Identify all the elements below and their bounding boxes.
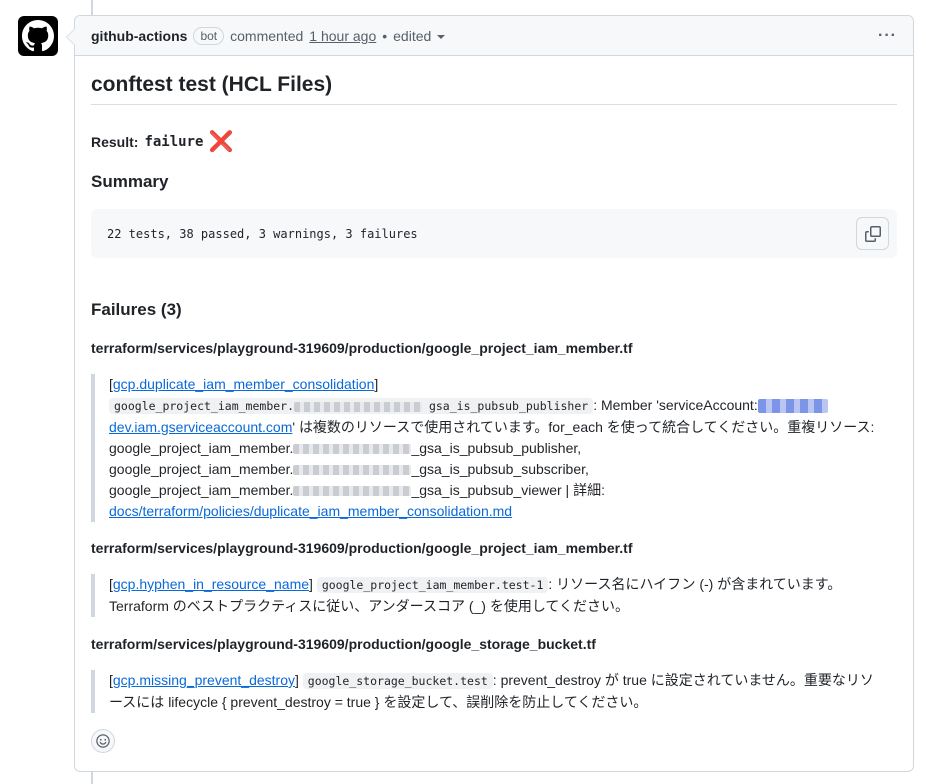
failure-message: ' は複数のリソースで使用されています。for_each を使って統合してくださ… <box>292 419 875 435</box>
failure-line: ースには lifecycle { prevent_destroy = true … <box>109 694 648 710</box>
avatar[interactable] <box>18 16 58 56</box>
resource-code: google_project_iam_member.test-1 <box>316 577 549 593</box>
separator-dot: • <box>382 27 388 44</box>
failure-message: : prevent_destroy が true に設定されていません。重要なリ… <box>492 672 874 688</box>
dup-resource-suffix: _gsa_is_pubsub_viewer | 詳細: <box>411 482 605 498</box>
dup-resource-prefix: google_project_iam_member. <box>109 461 294 477</box>
failure-line: [gcp.missing_prevent_destroy] google_sto… <box>109 672 874 689</box>
resource-prefix: google_project_iam_member. <box>114 399 295 413</box>
result-line: Result: failure ❌ <box>91 129 233 154</box>
comment-title: conftest test (HCL Files) <box>91 56 897 105</box>
redacted-text <box>293 444 412 455</box>
chevron-down-icon <box>437 34 446 39</box>
comment-box: github-actions bot commented 1 hour ago … <box>66 15 914 772</box>
rule-link[interactable]: gcp.duplicate_iam_member_consolidation <box>113 376 375 392</box>
add-reaction-button[interactable] <box>91 729 115 753</box>
comment-header: github-actions bot commented 1 hour ago … <box>75 16 913 56</box>
redacted-text <box>293 465 412 476</box>
resource-code: google_storage_bucket.test <box>302 673 493 689</box>
failure-message: : リソース名にハイフン (-) が含まれています。 <box>548 576 842 592</box>
redacted-text <box>294 401 423 412</box>
doc-link[interactable]: docs/terraform/policies/duplicate_iam_me… <box>109 503 512 519</box>
failure-line: google_project_iam_member. _gsa_is_pubsub… <box>109 480 897 501</box>
redacted-link[interactable] <box>757 399 828 414</box>
failure-quote: [gcp.hyphen_in_resource_name] google_pro… <box>91 574 897 617</box>
kebab-menu-button[interactable]: ··· <box>878 27 897 45</box>
failure-line: [gcp.duplicate_iam_member_consolidation] <box>109 376 379 392</box>
comment-action: commented <box>230 27 304 44</box>
failure-file-heading: terraform/services/playground-319609/pro… <box>91 540 633 556</box>
rule-link[interactable]: gcp.hyphen_in_resource_name <box>113 576 309 592</box>
failure-line: google_project_iam_member. _gsa_is_pubsub… <box>109 438 897 459</box>
redacted-text <box>293 486 412 497</box>
result-label: Result: <box>91 133 139 150</box>
failure-quote: [gcp.missing_prevent_destroy] google_sto… <box>91 670 897 713</box>
comment-caret-inner <box>67 29 75 45</box>
copy-icon <box>864 225 881 242</box>
failure-file-heading: terraform/services/playground-319609/pro… <box>91 340 633 356</box>
failure-quote: [gcp.duplicate_iam_member_consolidation]… <box>91 374 897 522</box>
dup-resource-suffix: _gsa_is_pubsub_publisher, <box>411 440 582 456</box>
resource-code: google_project_iam_member. gsa_is_pubsub… <box>109 398 594 414</box>
result-value: failure <box>144 133 204 150</box>
failure-line: [gcp.hyphen_in_resource_name] google_pro… <box>109 576 842 593</box>
dup-resource-prefix: google_project_iam_member. <box>109 482 294 498</box>
bot-badge: bot <box>193 26 225 45</box>
summary-code-block: 22 tests, 38 passed, 3 warnings, 3 failu… <box>91 209 897 258</box>
comment-body: conftest test (HCL Files) <box>75 56 913 105</box>
failure-line: google_project_iam_member. gsa_is_pubsub… <box>109 395 897 417</box>
failure-line: dev.iam.gserviceaccount.com' は複数のリソースで使用… <box>109 417 897 438</box>
failure-message: : Member 'serviceAccount: <box>593 397 758 413</box>
edited-dropdown[interactable]: edited <box>393 27 446 44</box>
failure-line: Terraform のベストプラクティスに従い、アンダースコア (_) を使用し… <box>109 598 630 614</box>
failures-heading: Failures (3) <box>91 300 182 319</box>
cross-mark-icon: ❌ <box>208 131 234 153</box>
resource-suffix: gsa_is_pubsub_publisher <box>428 399 589 413</box>
summary-text: 22 tests, 38 passed, 3 warnings, 3 failu… <box>107 226 418 241</box>
summary-heading: Summary <box>91 172 169 191</box>
copy-button[interactable] <box>856 217 889 250</box>
edited-label: edited <box>393 27 432 44</box>
dup-resource-suffix: _gsa_is_pubsub_subscriber, <box>411 461 589 477</box>
smiley-icon <box>96 734 110 748</box>
dup-resource-prefix: google_project_iam_member. <box>109 440 294 456</box>
failure-line: docs/terraform/policies/duplicate_iam_me… <box>109 501 897 522</box>
author-link[interactable]: github-actions <box>91 28 187 44</box>
rule-link[interactable]: gcp.missing_prevent_destroy <box>113 672 295 688</box>
failure-file-heading: terraform/services/playground-319609/pro… <box>91 636 596 652</box>
failure-line: google_project_iam_member. _gsa_is_pubsub… <box>109 459 897 480</box>
service-account-link[interactable]: dev.iam.gserviceaccount.com <box>109 419 292 435</box>
timestamp-link[interactable]: 1 hour ago <box>309 28 376 44</box>
github-logo-icon <box>22 20 54 52</box>
